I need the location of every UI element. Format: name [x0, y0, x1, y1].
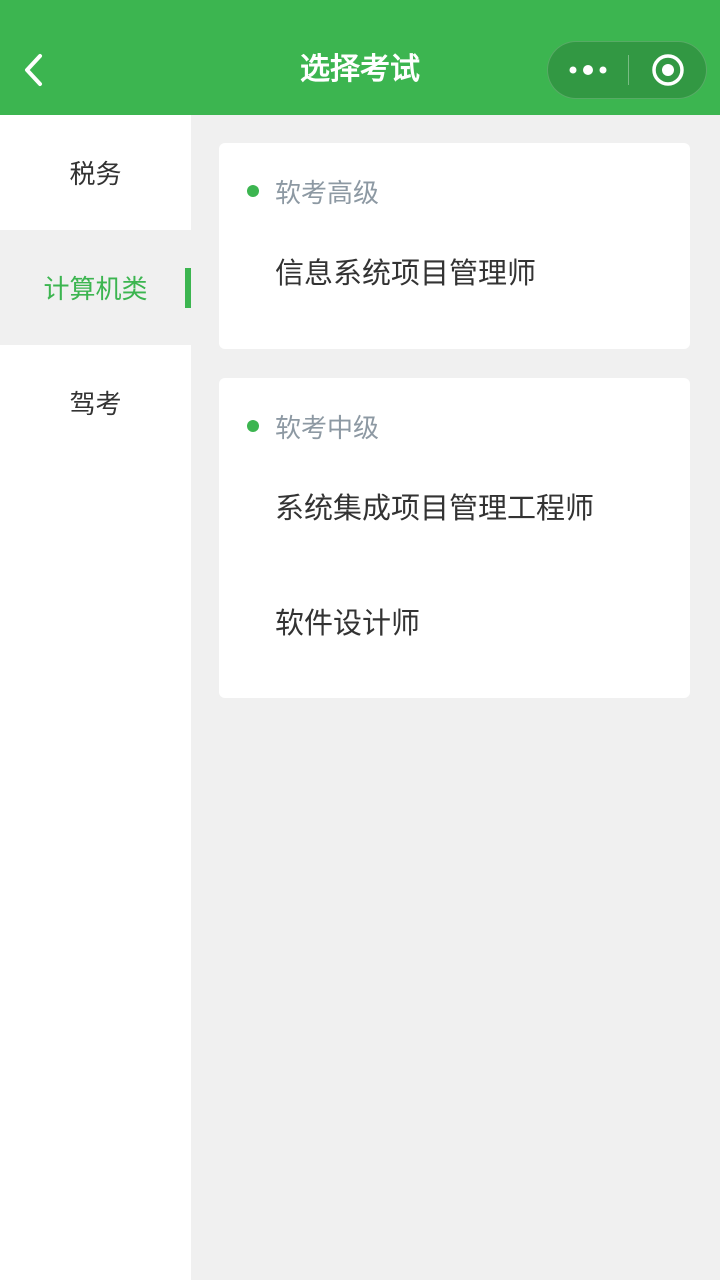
more-button[interactable]: [548, 42, 628, 98]
exam-item[interactable]: 信息系统项目管理师: [275, 243, 675, 303]
sidebar-item-driving[interactable]: 驾考: [0, 345, 191, 460]
group-header: 软考中级: [247, 406, 379, 446]
category-sidebar: 税务 计算机类 驾考: [0, 115, 191, 1280]
sidebar-item-label: 驾考: [69, 390, 122, 420]
more-dots-icon: [569, 65, 607, 75]
navigation-bar: 选择考试: [0, 0, 720, 115]
bullet-dot-icon: [247, 420, 259, 432]
exam-group-card: 软考高级 信息系统项目管理师: [219, 143, 690, 349]
sidebar-item-label: 计算机类: [43, 275, 148, 305]
exam-item[interactable]: 系统集成项目管理工程师: [275, 478, 675, 538]
sidebar-item-tax[interactable]: 税务: [0, 115, 191, 230]
target-close-icon: [652, 54, 684, 86]
group-header: 软考高级: [247, 171, 379, 211]
exam-group-card: 软考中级 系统集成项目管理工程师 软件设计师: [219, 378, 690, 698]
group-title: 软考高级: [275, 178, 380, 209]
group-title: 软考中级: [275, 413, 380, 444]
back-button[interactable]: [14, 46, 54, 94]
sidebar-item-label: 税务: [69, 160, 122, 190]
active-indicator: [185, 268, 191, 308]
exam-item[interactable]: 软件设计师: [275, 593, 675, 653]
close-button[interactable]: [629, 42, 707, 98]
bullet-dot-icon: [247, 185, 259, 197]
sidebar-item-computer[interactable]: 计算机类: [0, 230, 191, 345]
mini-program-capsule: [547, 41, 707, 99]
chevron-left-icon: [25, 54, 42, 86]
